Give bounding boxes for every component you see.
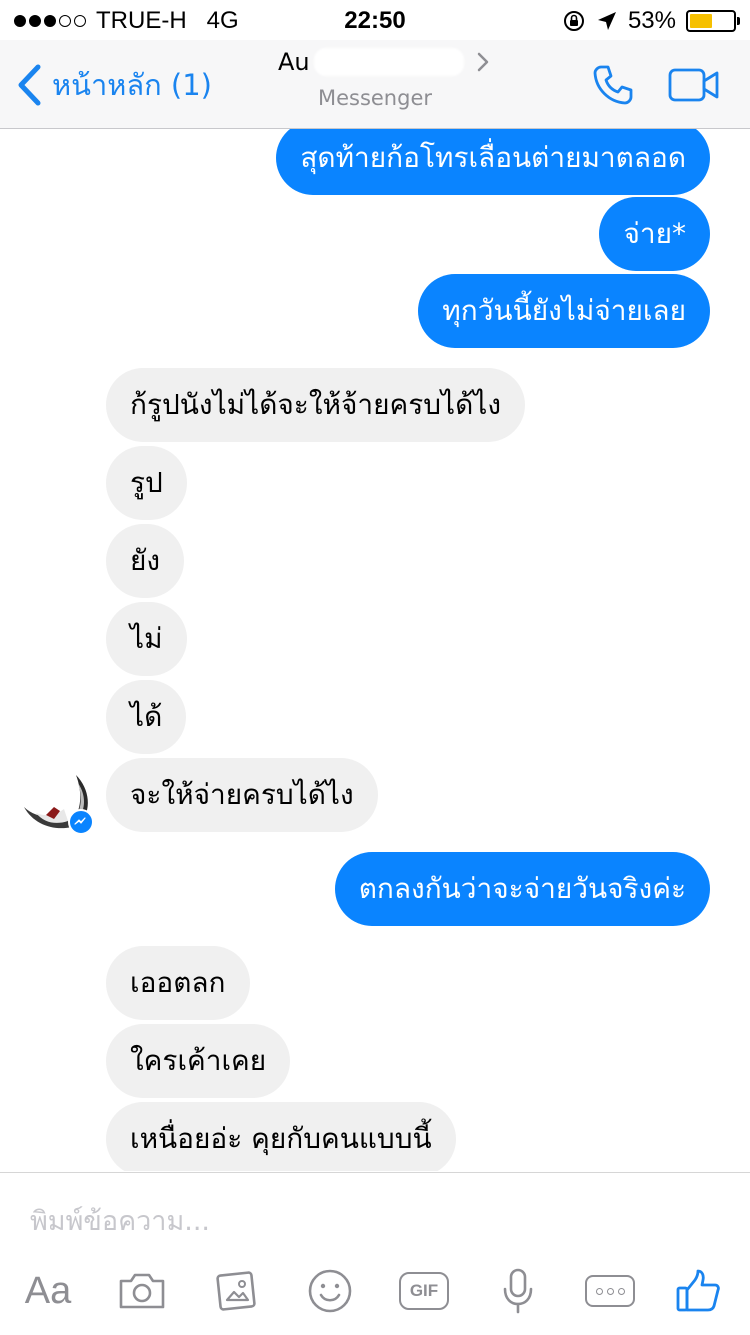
message-bubble-incoming[interactable]: เหนื่อยอ่ะ คุยกับคนแบบนี้ <box>106 1102 456 1171</box>
message-bubble-outgoing[interactable]: จ่าย* <box>599 197 710 271</box>
message-bubble-incoming[interactable]: รูป <box>106 446 187 520</box>
battery-icon <box>686 10 740 32</box>
message-bubble-incoming[interactable]: เออตลก <box>106 946 250 1020</box>
like-button[interactable] <box>670 1263 726 1319</box>
camera-icon <box>119 1273 165 1309</box>
message-bubble-outgoing[interactable]: สุดท้ายก้อโทรเลื่อนต่ายมาตลอด <box>276 129 710 195</box>
call-button[interactable] <box>590 62 636 112</box>
message-composer: Aa GIF <box>0 1172 750 1335</box>
message-bubble-outgoing[interactable]: ทุกวันนี้ยังไม่จ่ายเลย <box>418 274 710 348</box>
chevron-right-icon <box>477 52 488 72</box>
thumbs-up-icon <box>676 1269 720 1312</box>
messenger-badge-icon <box>68 809 94 835</box>
gif-icon: GIF <box>399 1272 449 1310</box>
message-bubble-incoming[interactable]: จะให้จ่ายครบได้ไง <box>106 758 378 832</box>
voice-button[interactable] <box>490 1263 546 1319</box>
message-input[interactable] <box>30 1201 710 1241</box>
message-bubble-outgoing[interactable]: ตกลงกันว่าจะจ่ายวันจริงค่ะ <box>334 852 710 926</box>
microphone-icon <box>503 1268 533 1314</box>
status-right: 53% <box>562 7 740 35</box>
message-bubble-incoming[interactable]: ใครเค้าเคย <box>106 1024 291 1098</box>
video-call-button[interactable] <box>668 68 720 106</box>
composer-toolbar: Aa GIF <box>0 1263 750 1323</box>
redaction-mask <box>313 48 464 76</box>
message-bubble-incoming[interactable]: ไม่ <box>106 602 187 676</box>
contact-title[interactable]: Au <box>278 48 490 76</box>
text-format-icon: Aa <box>24 1269 72 1312</box>
photo-icon <box>216 1271 256 1311</box>
message-thread[interactable]: สุดท้ายก้อโทรเลื่อนต่ายมาตลอด จ่าย* ทุกว… <box>0 129 750 1171</box>
more-icon <box>585 1275 635 1307</box>
phone-icon <box>593 65 633 105</box>
more-button[interactable] <box>582 1263 638 1319</box>
message-bubble-incoming[interactable]: ก้รูปนังไม่ได้จะให้จ้ายครบได้ไง <box>106 368 526 442</box>
conversation-header: หน้าหลัก (1) Au Messenger <box>0 40 750 129</box>
emoji-icon <box>308 1269 352 1313</box>
orientation-lock-icon <box>563 11 584 31</box>
message-bubble-incoming[interactable]: ยัง <box>106 524 185 598</box>
message-bubble-incoming[interactable]: ได้ <box>106 680 187 754</box>
gif-button[interactable]: GIF <box>396 1263 452 1319</box>
emoji-button[interactable] <box>302 1263 358 1319</box>
photo-button[interactable] <box>210 1263 266 1319</box>
video-icon <box>668 68 719 102</box>
location-arrow-icon <box>597 12 616 30</box>
battery-percent: 53% <box>627 7 676 34</box>
text-format-button[interactable]: Aa <box>20 1263 76 1319</box>
contact-subtitle: Messenger <box>317 86 433 110</box>
status-bar: TRUE-H 4G 22:50 53% <box>0 0 750 40</box>
contact-name: Au <box>278 48 310 76</box>
camera-button[interactable] <box>114 1263 170 1319</box>
